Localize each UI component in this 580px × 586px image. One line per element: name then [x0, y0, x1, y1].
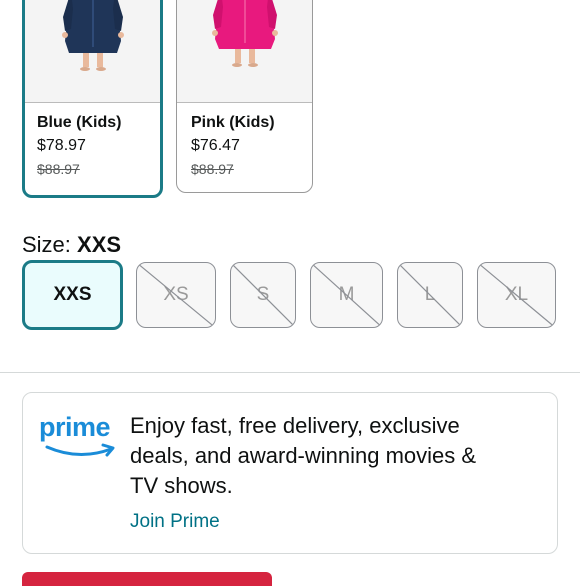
prime-logo-text: prime	[39, 412, 111, 442]
size-option-l[interactable]: L	[397, 262, 463, 328]
color-list-price: $88.97	[37, 161, 80, 177]
color-swatch-blue-kids[interactable]: Blue (Kids) $78.97 $88.97	[22, 0, 163, 198]
color-name: Pink (Kids)	[191, 114, 275, 131]
size-option-label: XXS	[53, 284, 92, 305]
prime-promo-card: prime Enjoy fast, free delivery, exclusi…	[22, 392, 558, 554]
join-prime-link[interactable]: Join Prime	[130, 510, 220, 534]
size-option-m[interactable]: M	[310, 262, 383, 328]
color-price: $78.97	[37, 137, 86, 154]
pink-robe-image	[177, 0, 312, 103]
size-selected-value: XXS	[77, 232, 122, 257]
size-heading: Size: XXS	[22, 232, 121, 258]
color-name: Blue (Kids)	[37, 114, 122, 131]
unavailable-slash-icon	[478, 263, 555, 327]
prime-message-line: Enjoy fast, free delivery, exclusive	[130, 413, 460, 438]
prime-smile-icon	[45, 443, 115, 457]
color-swatch-pink-kids[interactable]: Pink (Kids) $76.47 $88.97	[176, 0, 313, 193]
size-label: Size:	[22, 232, 71, 257]
size-option-xxs[interactable]: XXS	[22, 260, 123, 330]
prime-message-line: TV shows.	[130, 473, 233, 498]
unavailable-slash-icon	[231, 263, 295, 327]
prime-logo: prime	[39, 411, 119, 461]
blue-robe-image	[25, 0, 160, 103]
unavailable-slash-icon	[398, 263, 462, 327]
color-price: $76.47	[191, 137, 240, 154]
size-option-xs[interactable]: XS	[136, 262, 216, 328]
section-divider	[0, 372, 580, 373]
add-to-cart-button[interactable]	[22, 572, 272, 586]
unavailable-slash-icon	[137, 263, 215, 327]
color-list-price: $88.97	[191, 161, 234, 177]
size-option-xl[interactable]: XL	[477, 262, 556, 328]
unavailable-slash-icon	[311, 263, 382, 327]
prime-message-line: deals, and award-winning movies &	[130, 443, 477, 468]
size-option-s[interactable]: S	[230, 262, 296, 328]
prime-message: Enjoy fast, free delivery, exclusive dea…	[130, 411, 530, 501]
